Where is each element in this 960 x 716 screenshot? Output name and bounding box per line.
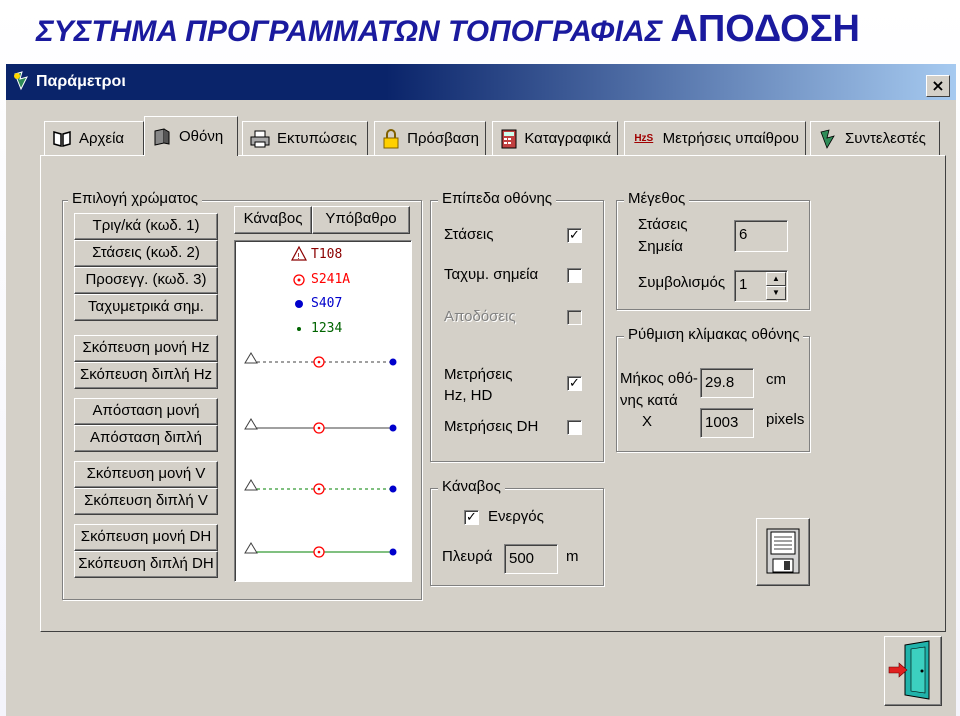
circle-target-icon xyxy=(293,274,305,286)
level-stations-checkbox[interactable]: ✓ xyxy=(567,228,582,243)
scale-length-label-3: X xyxy=(642,413,653,430)
app-icon xyxy=(12,71,32,91)
preview-label-t108: T108 xyxy=(311,247,343,262)
grid-legend: Κάναβος xyxy=(438,478,505,495)
preview-label-s407: S407 xyxy=(311,296,343,311)
color-button-double-dh[interactable]: Σκόπευση διπλή DH xyxy=(74,551,218,578)
tab-screen-label: Οθόνη xyxy=(179,128,224,145)
lock-icon xyxy=(381,128,401,149)
tab-files[interactable]: Αρχεία xyxy=(44,121,144,155)
exit-button[interactable] xyxy=(884,636,942,706)
tab-access[interactable]: Πρόσβαση xyxy=(374,121,486,155)
close-button[interactable]: × xyxy=(926,75,950,97)
level-tacheo-points-checkbox[interactable] xyxy=(567,268,582,283)
color-button-approach[interactable]: Προσεγγ. (κωδ. 3) xyxy=(74,267,218,294)
size-stations-input[interactable]: 6 xyxy=(734,220,788,252)
color-selection-legend: Επιλογή χρώματος xyxy=(68,190,203,207)
grid-enable-checkbox[interactable]: ✓ xyxy=(464,510,479,525)
slide-title-suffix: ΑΠΟΔΟΣΗ xyxy=(670,8,860,50)
scale-pixels-unit: pixels xyxy=(766,411,805,428)
svg-text:!: ! xyxy=(297,252,300,261)
color-button-single-v[interactable]: Σκόπευση μονή V xyxy=(74,461,218,488)
tab-prints[interactable]: Εκτυπώσεις xyxy=(242,121,368,155)
book-icon xyxy=(51,129,73,149)
level-tacheo-points-label: Ταχυμ. σημεία xyxy=(444,266,539,283)
preview-line-solid-dark xyxy=(244,418,397,434)
small-dot-icon xyxy=(297,327,301,331)
size-points-label: Σημεία xyxy=(638,238,683,255)
color-button-double-hz[interactable]: Σκόπευση διπλή Hz xyxy=(74,362,218,389)
tab-loggers-label: Καταγραφικά xyxy=(524,130,611,147)
tab-screen[interactable]: Οθόνη xyxy=(144,116,238,156)
tab-loggers[interactable]: Καταγραφικά xyxy=(492,121,618,155)
color-button-double-distance[interactable]: Απόσταση διπλή xyxy=(74,425,218,452)
color-button-single-hz[interactable]: Σκόπευση μονή Hz xyxy=(74,335,218,362)
size-legend: Μέγεθος xyxy=(624,190,690,207)
save-button[interactable] xyxy=(756,518,810,586)
exit-door-icon xyxy=(888,640,930,700)
size-symbol-label: Συμβολισμός xyxy=(638,274,726,291)
preview-line-dashed-dark xyxy=(244,352,397,368)
preview-label-s241a: S241A xyxy=(311,272,351,287)
color-button-double-v[interactable]: Σκόπευση διπλή V xyxy=(74,488,218,515)
tab-access-label: Πρόσβαση xyxy=(407,130,479,147)
tab-coefficients-label: Συντελεστές xyxy=(845,130,926,147)
symbol-spin-up-icon[interactable]: ▲ xyxy=(766,272,786,286)
triangle-icon: ! xyxy=(290,245,308,261)
level-measurements-label: Μετρήσεις xyxy=(444,366,513,383)
level-measurements-label-2: Hz, HD xyxy=(444,387,493,404)
window-title: Παράμετροι xyxy=(36,73,126,90)
tab-coefficients[interactable]: Συντελεστές xyxy=(810,121,940,155)
tab-prints-label: Εκτυπώσεις xyxy=(277,130,357,147)
color-button-triangulation[interactable]: Τριγ/κά (κωδ. 1) xyxy=(74,213,218,240)
grid-side-unit: m xyxy=(566,548,579,565)
calculator-icon xyxy=(499,129,518,149)
level-measurements-hz-checkbox[interactable]: ✓ xyxy=(567,376,582,391)
tab-files-label: Αρχεία xyxy=(79,130,125,147)
scale-length-input[interactable]: 29.8 xyxy=(700,368,754,398)
scale-pixels-input[interactable]: 1003 xyxy=(700,408,754,438)
size-stations-label: Στάσεις xyxy=(638,216,688,233)
dot-icon xyxy=(295,300,303,308)
theodolite-icon xyxy=(817,128,839,149)
preview-line-dashed-green xyxy=(244,479,397,495)
level-measurements-dh-label: Μετρήσεις DH xyxy=(444,418,539,435)
color-button-single-dh[interactable]: Σκόπευση μονή DH xyxy=(74,524,218,551)
preview-line-solid-green xyxy=(244,542,397,558)
tab-field-measurements[interactable]: HzS Μετρήσεις υπαίθρου xyxy=(624,121,806,155)
grid-side-input[interactable]: 500 xyxy=(504,544,558,574)
slide-title-prefix: ΣΥΣΤΗΜΑ ΠΡΟΓΡΑΜΜΑΤΩΝ ΤΟΠΟΓΡΑΦΙΑΣ xyxy=(36,15,663,48)
color-button-tacheometric[interactable]: Ταχυμετρικά σημ. xyxy=(74,294,218,321)
window-titlebar[interactable]: Παράμετροι × xyxy=(6,64,956,100)
scale-length-label-2: νης κατά xyxy=(620,392,678,409)
grid-color-button[interactable]: Κάναβος xyxy=(234,206,312,234)
scale-length-unit: cm xyxy=(766,371,786,388)
grid-side-label: Πλευρά xyxy=(442,548,493,565)
preview-label-1234: 1234 xyxy=(311,321,343,336)
grid-enable-label: Ενεργός xyxy=(488,508,544,525)
level-stations-label: Στάσεις xyxy=(444,226,494,243)
screen-levels-legend: Επίπεδα οθόνης xyxy=(438,190,557,207)
slide-title: ΣΥΣΤΗΜΑ ΠΡΟΓΡΑΜΜΑΤΩΝ ΤΟΠΟΓΡΑΦΙΑΣ ΑΠΟΔΟΣΗ xyxy=(36,8,860,51)
symbol-spin-down-icon[interactable]: ▼ xyxy=(766,286,786,300)
monitor-icon xyxy=(151,127,173,147)
level-deliveries-checkbox[interactable] xyxy=(567,310,582,325)
level-measurements-dh-checkbox[interactable] xyxy=(567,420,582,435)
background-color-button[interactable]: Υπόβαθρο xyxy=(312,206,410,234)
color-button-single-distance[interactable]: Απόσταση μονή xyxy=(74,398,218,425)
color-button-stations[interactable]: Στάσεις (κωδ. 2) xyxy=(74,240,218,267)
tab-field-measurements-label: Μετρήσεις υπαίθρου xyxy=(662,130,799,147)
hz-icon: HzS xyxy=(634,133,654,144)
floppy-disk-icon xyxy=(766,528,800,574)
printer-icon xyxy=(249,129,271,149)
scale-length-label-1: Μήκος οθό- xyxy=(620,370,698,387)
color-preview: ! T108 S241A S407 1234 xyxy=(234,240,412,582)
scale-legend: Ρύθμιση κλίμακας οθόνης xyxy=(624,326,804,343)
level-deliveries-label: Αποδόσεις xyxy=(444,308,516,325)
